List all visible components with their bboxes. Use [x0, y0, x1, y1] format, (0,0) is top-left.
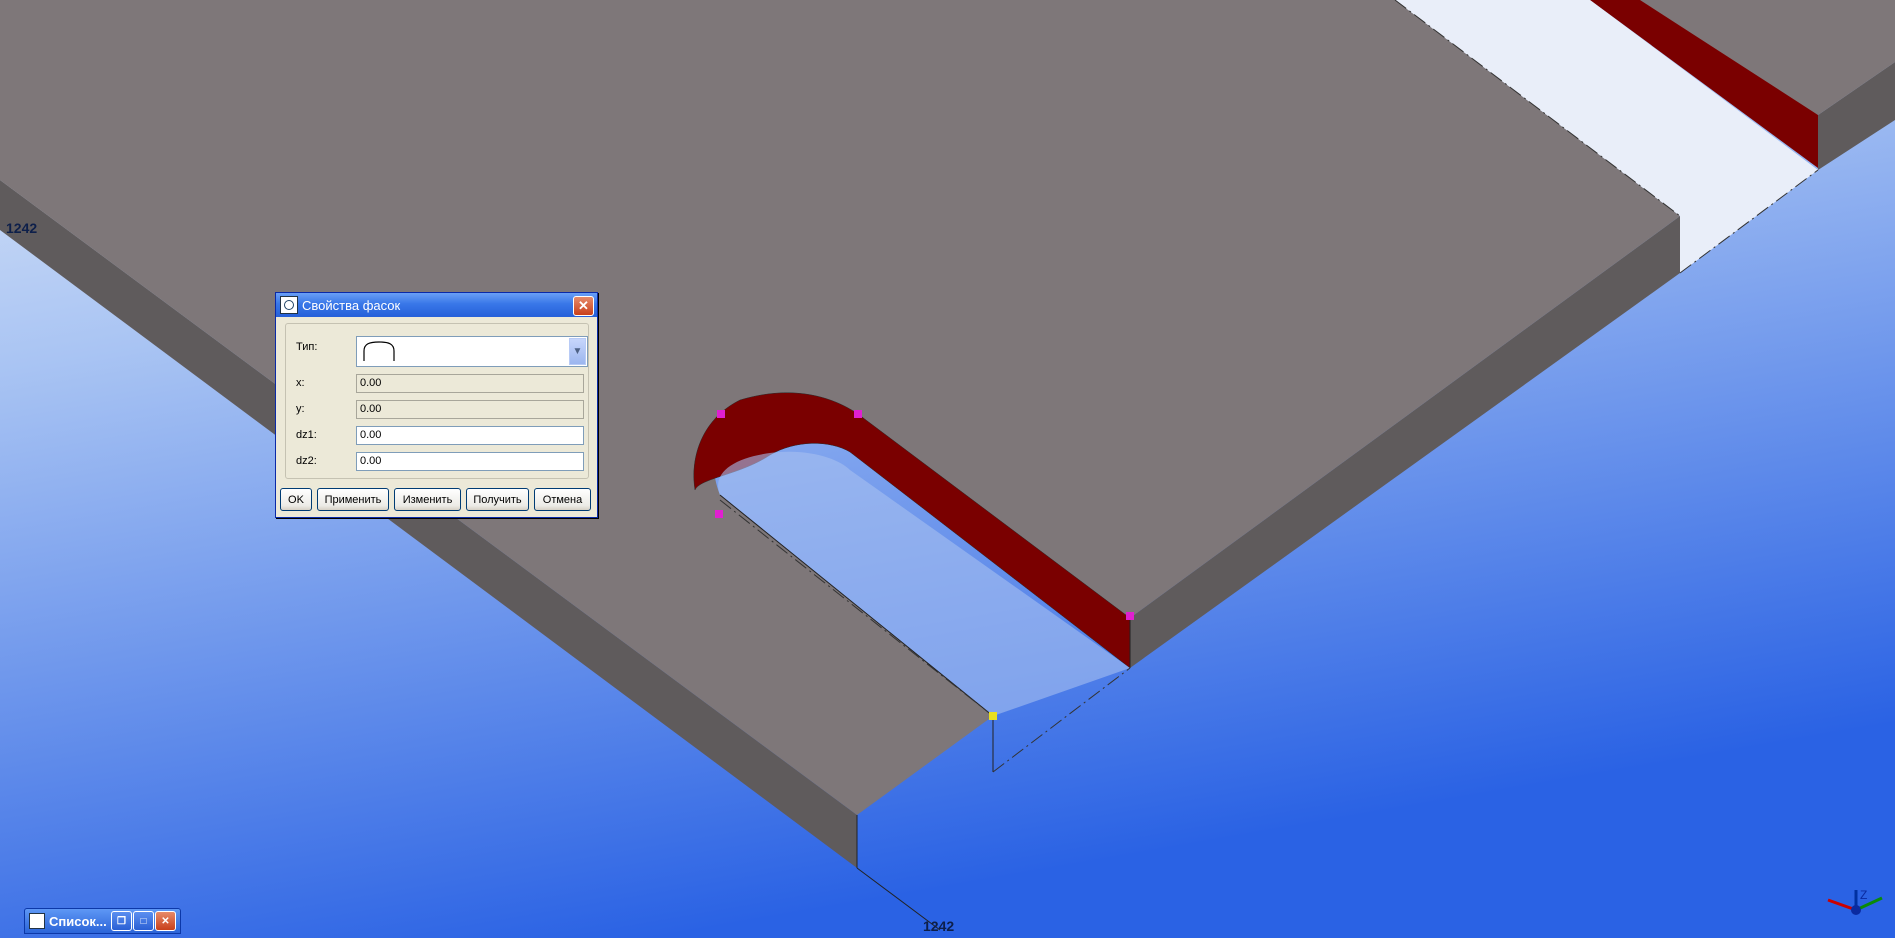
field-row-x: x: 0.00 — [286, 374, 588, 394]
get-button[interactable]: Получить — [466, 488, 529, 511]
app-icon — [280, 296, 298, 314]
type-row: Тип: ▼ — [286, 332, 588, 367]
close-icon: ✕ — [161, 915, 170, 927]
field-label: x: — [296, 377, 305, 389]
dz2-input[interactable]: 0.00 — [356, 452, 584, 471]
dialog-group: Тип: ▼ x: 0.00 y: 0.00 dz1: 0.00 dz2: 0.… — [285, 323, 589, 479]
dialog-titlebar[interactable]: Свойства фасок ✕ — [276, 293, 597, 317]
field-row-y: y: 0.00 — [286, 400, 588, 420]
close-button[interactable]: ✕ — [573, 296, 594, 316]
chamfer-properties-dialog[interactable]: Свойства фасок ✕ Тип: ▼ x: 0.00 y: 0.00 … — [275, 292, 598, 518]
field-label: dz2: — [296, 455, 317, 467]
modify-button[interactable]: Изменить — [394, 488, 461, 511]
cancel-button[interactable]: Отмена — [534, 488, 591, 511]
minimized-title: Список... — [49, 913, 107, 929]
restore-icon: ❐ — [117, 915, 126, 927]
restore-button[interactable]: ❐ — [111, 911, 132, 931]
handle-point[interactable] — [854, 410, 862, 418]
x-field: 0.00 — [356, 374, 584, 393]
dimension-label: 1242 — [923, 918, 955, 934]
dialog-title: Свойства фасок — [302, 297, 401, 313]
y-field: 0.00 — [356, 400, 584, 419]
type-select[interactable]: ▼ — [356, 336, 588, 367]
chevron-down-icon[interactable]: ▼ — [569, 338, 586, 365]
dimension-label: 1242 — [6, 220, 38, 236]
field-row-dz2: dz2: 0.00 — [286, 452, 588, 472]
close-icon: ✕ — [578, 298, 589, 313]
chamfer-profile-icon — [363, 341, 395, 361]
field-label: dz1: — [296, 429, 317, 441]
minimized-window[interactable]: Список... ❐ □ ✕ — [24, 908, 181, 934]
ok-button[interactable]: OK — [280, 488, 312, 511]
type-label: Тип: — [296, 341, 318, 353]
app-icon — [29, 913, 45, 929]
handle-point[interactable] — [717, 410, 725, 418]
field-row-dz1: dz1: 0.00 — [286, 426, 588, 446]
close-button[interactable]: ✕ — [155, 911, 176, 931]
maximize-button[interactable]: □ — [133, 911, 154, 931]
dz1-input[interactable]: 0.00 — [356, 426, 584, 445]
maximize-icon: □ — [140, 915, 147, 927]
handle-point[interactable] — [1126, 612, 1134, 620]
handle-point[interactable] — [715, 510, 723, 518]
field-label: y: — [296, 403, 305, 415]
axis-z-label: Z — [1860, 888, 1867, 902]
apply-button[interactable]: Применить — [317, 488, 389, 511]
handle-point-selected[interactable] — [989, 712, 997, 720]
